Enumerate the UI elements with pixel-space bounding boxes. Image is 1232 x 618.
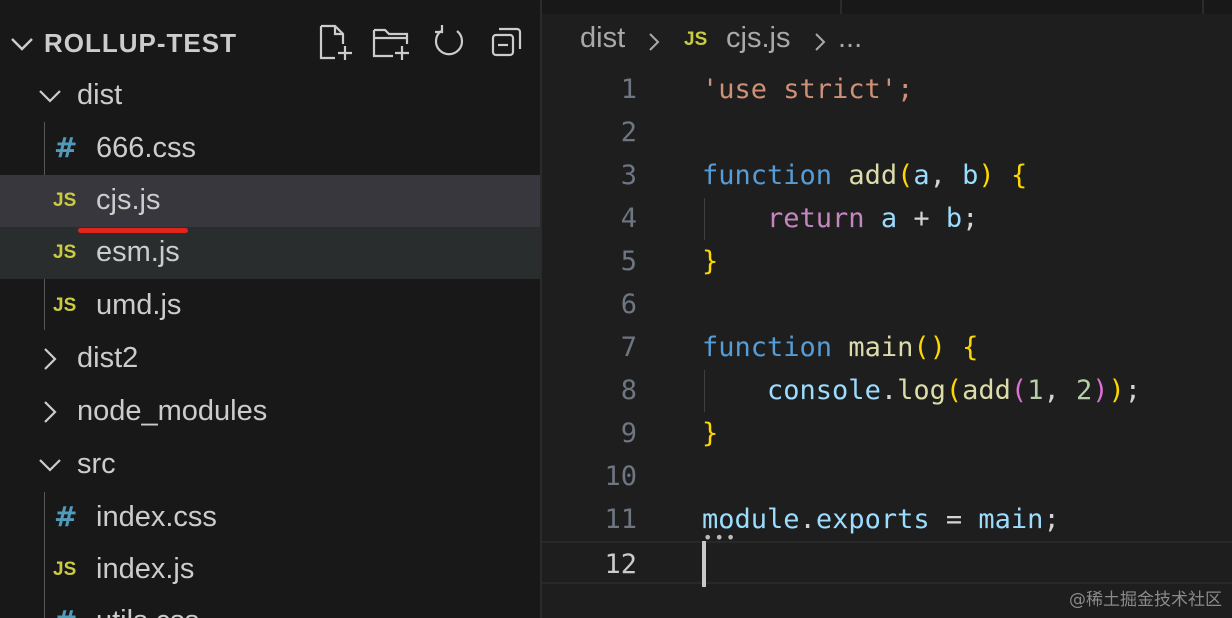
code-line: 2 [542,111,1232,154]
tree-item-label: esm.js [96,236,180,268]
line-number: 5 [620,246,637,277]
tree-item-dist2[interactable]: dist2 [0,333,540,385]
tree-item-label: umd.js [96,289,182,321]
collapse-all-icon[interactable] [487,22,527,62]
js-file-icon: JS [53,190,77,211]
watermark: @稀土掘金技术社区 [1069,590,1222,610]
chevron-right-icon [44,348,57,370]
chevron-right-icon [815,33,826,51]
tab-separator [1202,0,1204,14]
js-file-icon: JS [53,242,77,263]
code-line: 11 module.exports = main; [542,498,1232,541]
new-file-icon[interactable] [315,22,355,62]
tree-item-label: 666.css [96,132,196,164]
code-text: module.exports = main; [702,504,1060,535]
tree-item-label: utils.css [96,605,199,618]
line-number: 10 [604,461,637,492]
breadcrumb-more[interactable]: ... [838,22,862,55]
code-line: 5 } [542,240,1232,283]
annotation-underline [78,228,188,233]
chevron-right-icon [44,401,57,423]
code-line: 6 [542,283,1232,326]
code-line: 7 function main() { [542,326,1232,369]
tree-item-label: index.css [96,501,217,533]
code-text: return a + b; [767,203,979,234]
tree-item-label: index.js [96,553,195,585]
code-text: } [702,418,719,449]
tree-item-node-modules[interactable]: node_modules [0,386,540,438]
line-number: 9 [620,418,637,449]
js-file-icon: JS [53,559,77,580]
indent-guide [704,198,705,240]
tree-item-666-css[interactable]: # 666.css [0,123,540,175]
js-file-icon: JS [53,295,77,316]
tree-item-utils-css[interactable]: # utils.css [0,596,540,618]
line-number: 7 [620,332,637,363]
breadcrumb-folder[interactable]: dist [580,22,625,55]
explorer-title: ROLLUP-TEST [44,28,237,58]
tab-separator [840,0,842,14]
tree-item-umd-js[interactable]: JS umd.js [0,280,540,332]
tree-item-label: dist2 [77,342,139,374]
code-text: 'use strict'; [702,74,914,105]
hint-dots: ••• [703,528,738,547]
chevron-right-icon [649,33,660,51]
code-line: 1 'use strict'; [542,68,1232,111]
code-text: function main() { [702,332,979,363]
line-number: 2 [620,117,637,148]
css-file-icon: # [54,131,78,164]
tree-item-dist[interactable]: dist [0,70,540,122]
tab-bar [542,0,1232,14]
chevron-down-icon [39,459,61,472]
line-number: 8 [620,375,637,406]
tree-item-index-js[interactable]: JS index.js [0,544,540,596]
tree-item-src[interactable]: src [0,439,540,491]
tree-item-cjs-js[interactable]: JS cjs.js [0,175,540,227]
line-number-active: 12 [604,549,637,580]
code-line: 9 } [542,412,1232,455]
tree-item-label: node_modules [77,395,268,427]
code-text: console.log(add(1, 2)); [767,375,1142,406]
code-line: 4 return a + b; [542,197,1232,240]
tree-item-label: cjs.js [96,184,161,216]
tree-item-label: dist [77,79,123,111]
tree-item-label: src [77,448,116,480]
new-folder-icon[interactable] [371,22,411,62]
code-line: 10 [542,455,1232,498]
css-file-icon: # [54,500,78,533]
text-cursor [702,541,706,587]
line-number: 6 [620,289,637,320]
refresh-icon[interactable] [429,22,469,62]
indent-guide [704,370,705,412]
code-line: 8 console.log(add(1, 2)); [542,369,1232,412]
line-number: 3 [620,160,637,191]
line-number: 4 [620,203,637,234]
explorer-header[interactable]: ROLLUP-TEST [0,18,540,68]
code-line-current: 12 [542,541,1232,584]
line-number: 1 [620,74,637,105]
chevron-down-icon[interactable] [8,30,36,58]
css-file-icon: # [54,604,77,618]
code-text: } [702,246,719,277]
breadcrumb-file[interactable]: cjs.js [726,22,790,55]
code-line: 3 function add(a, b) { [542,154,1232,197]
tree-item-esm-js[interactable]: JS esm.js [0,227,540,279]
code-text: function add(a, b) { [702,160,1028,191]
explorer-sidebar: ROLLUP-TEST dist # 666.css JS cjs.js JS … [0,0,540,618]
line-number: 11 [604,504,637,535]
js-file-icon: JS [684,29,708,50]
chevron-down-icon [39,90,61,103]
tree-item-index-css[interactable]: # index.css [0,492,540,544]
